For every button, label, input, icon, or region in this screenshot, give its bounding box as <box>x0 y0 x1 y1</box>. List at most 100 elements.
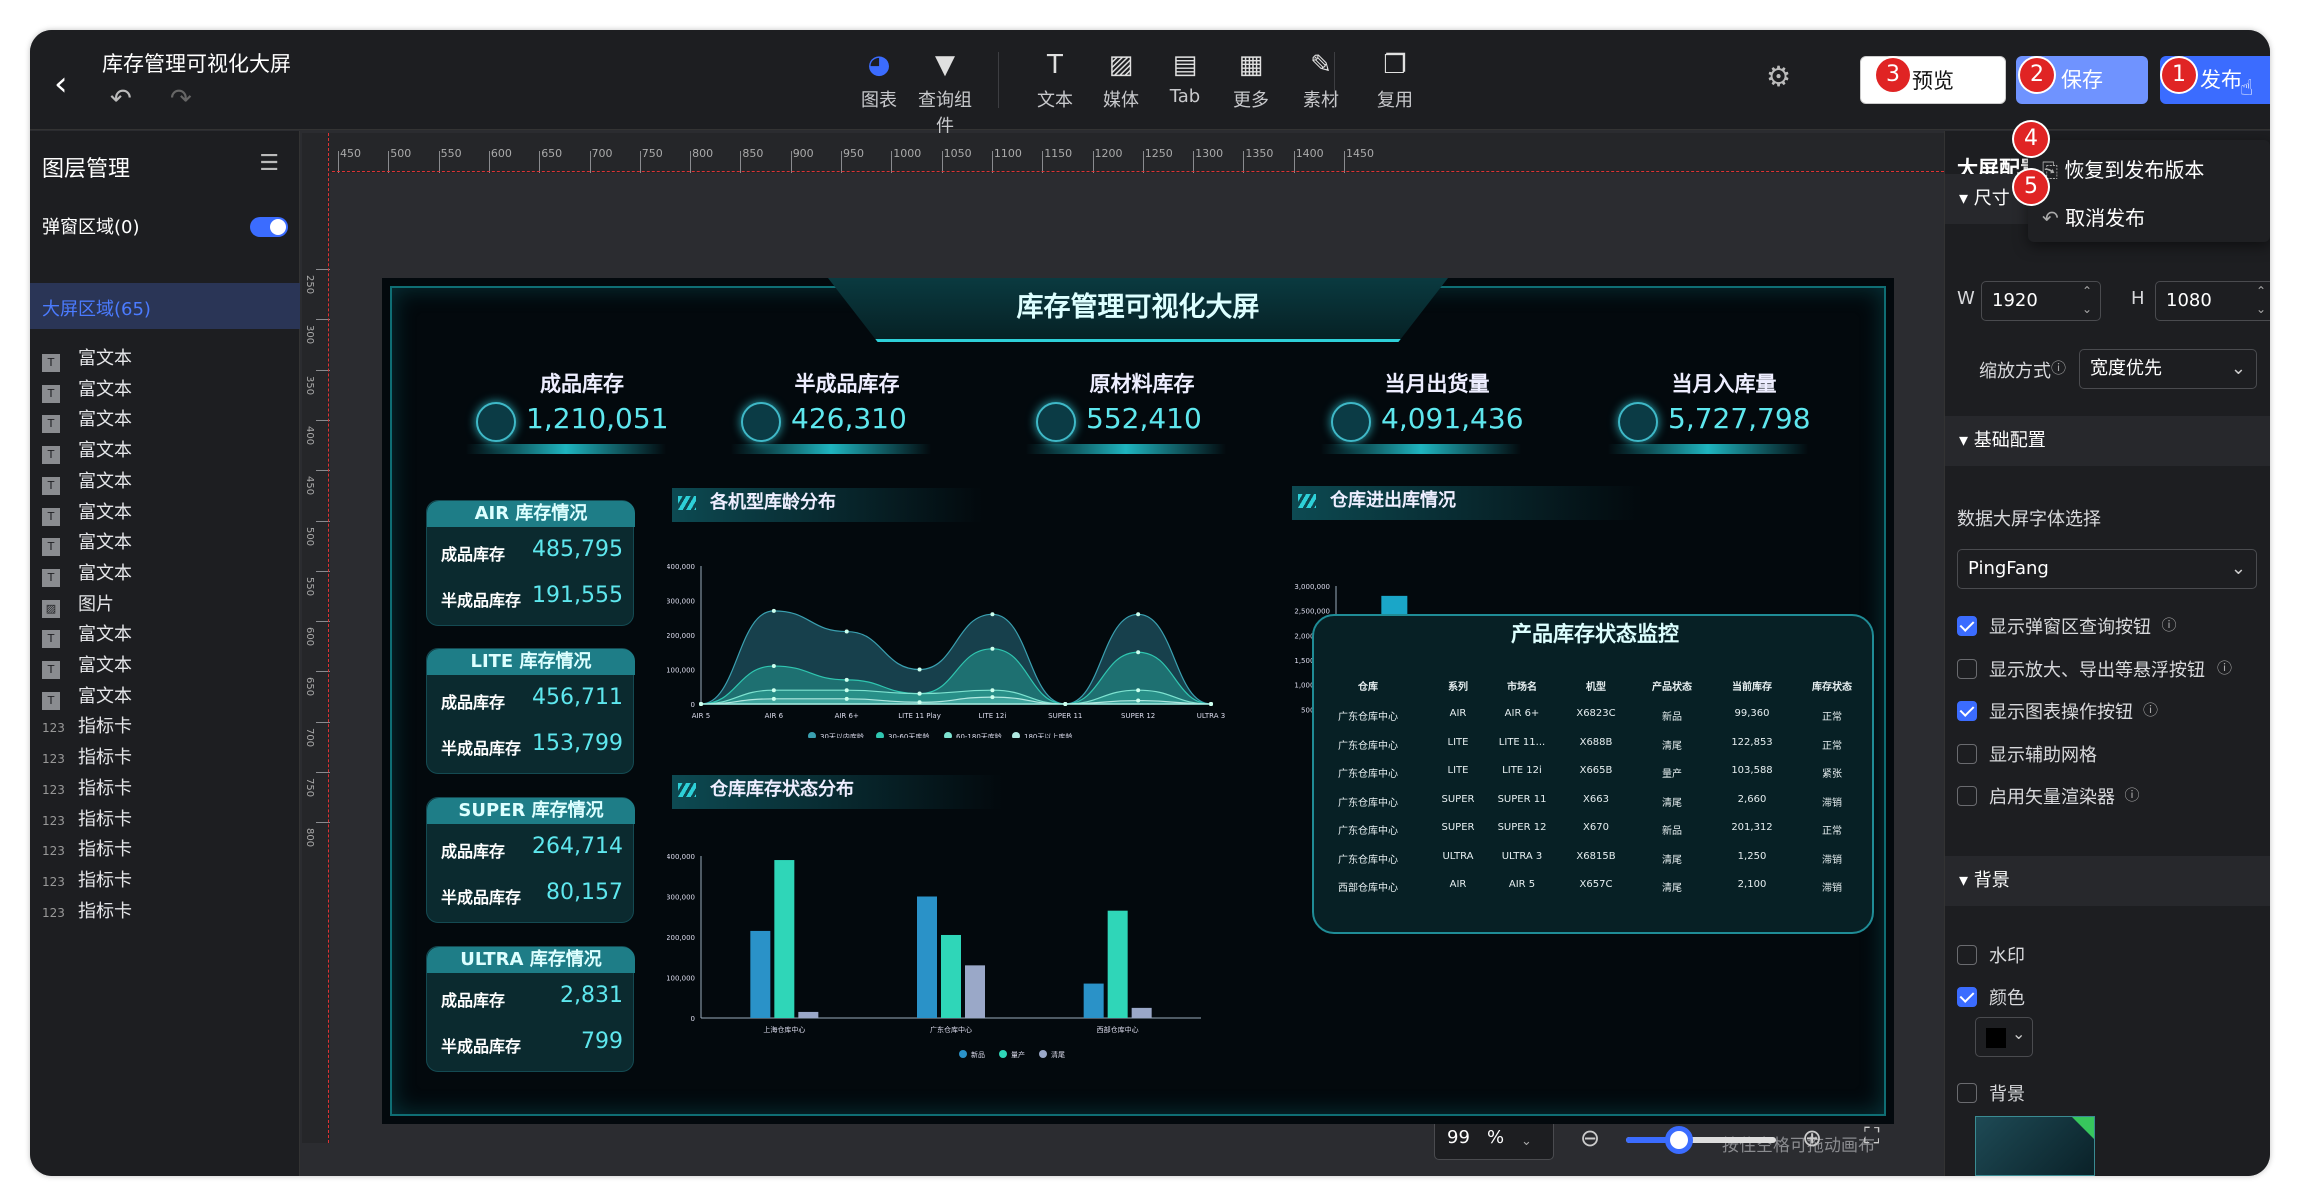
table-cell: 清尾 <box>1662 797 1682 809</box>
legend-marker <box>959 1050 967 1058</box>
layer-item[interactable]: T 富文本 <box>42 498 132 528</box>
series-card: AIR 库存情况 成品库存 485,795 半成品库存 191,555 <box>426 500 635 626</box>
layer-item[interactable]: 123 指标卡 <box>42 897 132 927</box>
ruler-tick <box>740 151 742 173</box>
checkbox[interactable] <box>1957 701 1977 721</box>
basic-section-header[interactable]: ▾ 基础配置 <box>1945 416 2270 466</box>
layer-item[interactable]: T 富文本 <box>42 375 132 405</box>
series-card-label: 半成品库存 <box>441 1037 522 1056</box>
layer-item[interactable]: T 富文本 <box>42 559 132 589</box>
popup-area-label: 弹窗区域(0) <box>42 217 140 238</box>
zoom-slider[interactable] <box>1626 1126 1776 1154</box>
text-icon: T <box>42 568 60 587</box>
series-card-label: 半成品库存 <box>441 591 522 610</box>
kpi-card: 原材料库存 552,410 <box>1026 368 1252 454</box>
bar <box>965 965 985 1018</box>
layer-item[interactable]: T 富文本 <box>42 620 132 650</box>
checkbox[interactable] <box>1957 616 1977 636</box>
ruler-label: 650 <box>304 677 315 697</box>
tab-icon: ▤ <box>1172 50 1198 80</box>
settings-sliders-icon[interactable]: ⚙ <box>1766 60 1791 93</box>
top-toolbar: ‹ 库存管理可视化大屏 ↶ ↷ ◕ 图表 ▼ 查询组件 T 文本 ▨ 媒体 ▤ Tab ▦ 更多 ✎ 素材… <box>30 30 2270 137</box>
fit-screen-icon[interactable]: ⛶ <box>1864 1124 1879 1149</box>
color-picker[interactable]: ⌄ <box>1975 1017 2033 1057</box>
legend-label: 180天以上库龄 <box>1024 732 1072 738</box>
series-card: SUPER 库存情况 成品库存 264,714 半成品库存 80,157 <box>426 797 635 923</box>
table-row: 广东仓库中心 LITE LITE 12i X665B 量产 103,588 紧张 <box>1324 765 1864 785</box>
ruler-label: 700 <box>591 147 613 160</box>
restore-version-item[interactable]: ⎘ 恢复到发布版本 <box>2042 154 2204 183</box>
ruler-tick <box>1193 151 1195 173</box>
table-header-row: 仓库 系列 市场名 机型 产品状态 当前库存 库存状态 <box>1324 678 1864 698</box>
checkbox[interactable] <box>1957 987 1977 1007</box>
checkbox-label: 显示辅助网格 <box>1989 744 2097 766</box>
width-input[interactable]: 1920 ⌃ ⌄ <box>1981 281 2101 321</box>
text-icon: T <box>42 415 60 434</box>
redo-icon[interactable]: ↷ <box>170 84 192 114</box>
font-select[interactable]: PingFang ⌄ <box>1957 549 2257 589</box>
checkbox[interactable] <box>1957 658 1977 679</box>
ruler-label: 650 <box>541 147 563 160</box>
bar <box>798 1011 819 1018</box>
layer-item[interactable]: 123 指标卡 <box>42 866 132 896</box>
scale-select[interactable]: 宽度优先 ⌄ <box>2079 349 2257 389</box>
toolbar-copy-button[interactable]: ❐ 复用 <box>1360 48 1430 112</box>
toolbar-pie-chart-button[interactable]: ◕ 图表 <box>844 48 914 112</box>
table-cell: 广东仓库中心 <box>1338 740 1398 752</box>
zoom-in-icon[interactable]: ⊕ <box>1802 1124 1822 1152</box>
toolbar-palette-button[interactable]: ✎ 素材 <box>1286 48 1356 112</box>
unpublish-item[interactable]: ↶ 取消发布 <box>2042 202 2145 231</box>
table-header-cell: 仓库 <box>1358 682 1378 693</box>
ruler-tick <box>438 151 440 173</box>
layer-item[interactable]: T 富文本 <box>42 344 132 374</box>
ruler-tick <box>991 151 993 173</box>
zoom-out-icon[interactable]: ⊖ <box>1580 1124 1600 1152</box>
toolbar-text-button[interactable]: T 文本 <box>1020 48 1090 112</box>
height-input[interactable]: 1080 ⌃ ⌄ <box>2155 281 2270 321</box>
status-distribution-chart[interactable]: 400,000 300,000 200,000 100,000 0 上海仓库中心 广东仓库中… <box>667 818 1227 1068</box>
checkbox-label: 显示放大、导出等悬浮按钮 <box>1989 659 2205 681</box>
dashboard-canvas[interactable]: 库存管理可视化大屏 成品库存 1,210,051 半成品库存 426,310 原材料库存… <box>382 278 1894 1124</box>
layer-item[interactable]: 123 指标卡 <box>42 835 132 865</box>
menu-icon[interactable]: ☰ <box>259 151 279 176</box>
background-section-header[interactable]: ▾ 背景 <box>1945 856 2270 906</box>
layer-item[interactable]: 123 指标卡 <box>42 805 132 835</box>
product-status-table: 产品库存状态监控 仓库 系列 市场名 机型 产品状态 当前库存 库存状态 广东仓库中心 AIR A… <box>1312 614 1874 934</box>
legend-label: 清尾 <box>1051 1050 1065 1059</box>
table-cell: X6823C <box>1576 708 1616 719</box>
checkbox[interactable] <box>1957 743 1977 764</box>
toolbar-grid-button[interactable]: ▦ 更多 <box>1216 48 1286 112</box>
back-icon[interactable]: ‹ <box>54 64 68 104</box>
undo-icon[interactable]: ↶ <box>110 84 132 114</box>
layer-item[interactable]: T 富文本 <box>42 436 132 466</box>
zoom-slider-handle[interactable] <box>1664 1126 1693 1154</box>
checkbox[interactable] <box>1957 945 1977 965</box>
background-thumbnail[interactable] <box>1975 1116 2095 1176</box>
layer-item[interactable]: T 富文本 <box>42 467 132 497</box>
layer-item[interactable]: 123 指标卡 <box>42 743 132 773</box>
toolbar-filter-button[interactable]: ▼ 查询组件 <box>910 48 980 138</box>
table-cell: AIR 6+ <box>1504 708 1540 719</box>
age-distribution-chart[interactable]: 400,000 300,000 200,000 100,000 0 AIR 5 AIR 6 A… <box>667 528 1227 738</box>
layer-item[interactable]: ▨ 图片 <box>42 590 114 620</box>
layer-item[interactable]: T 富文本 <box>42 651 132 681</box>
checkbox[interactable] <box>1957 786 1977 806</box>
toolbar-tab-button[interactable]: ▤ Tab <box>1150 48 1220 107</box>
toolbar-image-button[interactable]: ▨ 媒体 <box>1086 48 1156 112</box>
ruler-tick <box>1142 151 1144 173</box>
bar <box>917 896 937 1018</box>
zoom-input[interactable]: 99 % ⌃ ⌄ <box>1434 1118 1554 1160</box>
layer-item[interactable]: T 富文本 <box>42 405 132 435</box>
popup-area-toggle[interactable] <box>250 217 288 237</box>
layer-item[interactable]: 123 指标卡 <box>42 774 132 804</box>
step-badge-5: 5 <box>2014 170 2048 204</box>
layer-item[interactable]: 123 指标卡 <box>42 712 132 742</box>
table-cell: 滞销 <box>1822 883 1842 894</box>
layer-item[interactable]: T 富文本 <box>42 528 132 558</box>
info-icon: ⓘ <box>2217 658 2233 677</box>
checkbox[interactable] <box>1957 1083 1977 1103</box>
metric-icon: 123 <box>42 813 65 828</box>
image-icon: ▨ <box>42 599 60 618</box>
series-card-title: LITE 库存情况 <box>427 649 635 675</box>
layer-item[interactable]: T 富文本 <box>42 682 132 712</box>
